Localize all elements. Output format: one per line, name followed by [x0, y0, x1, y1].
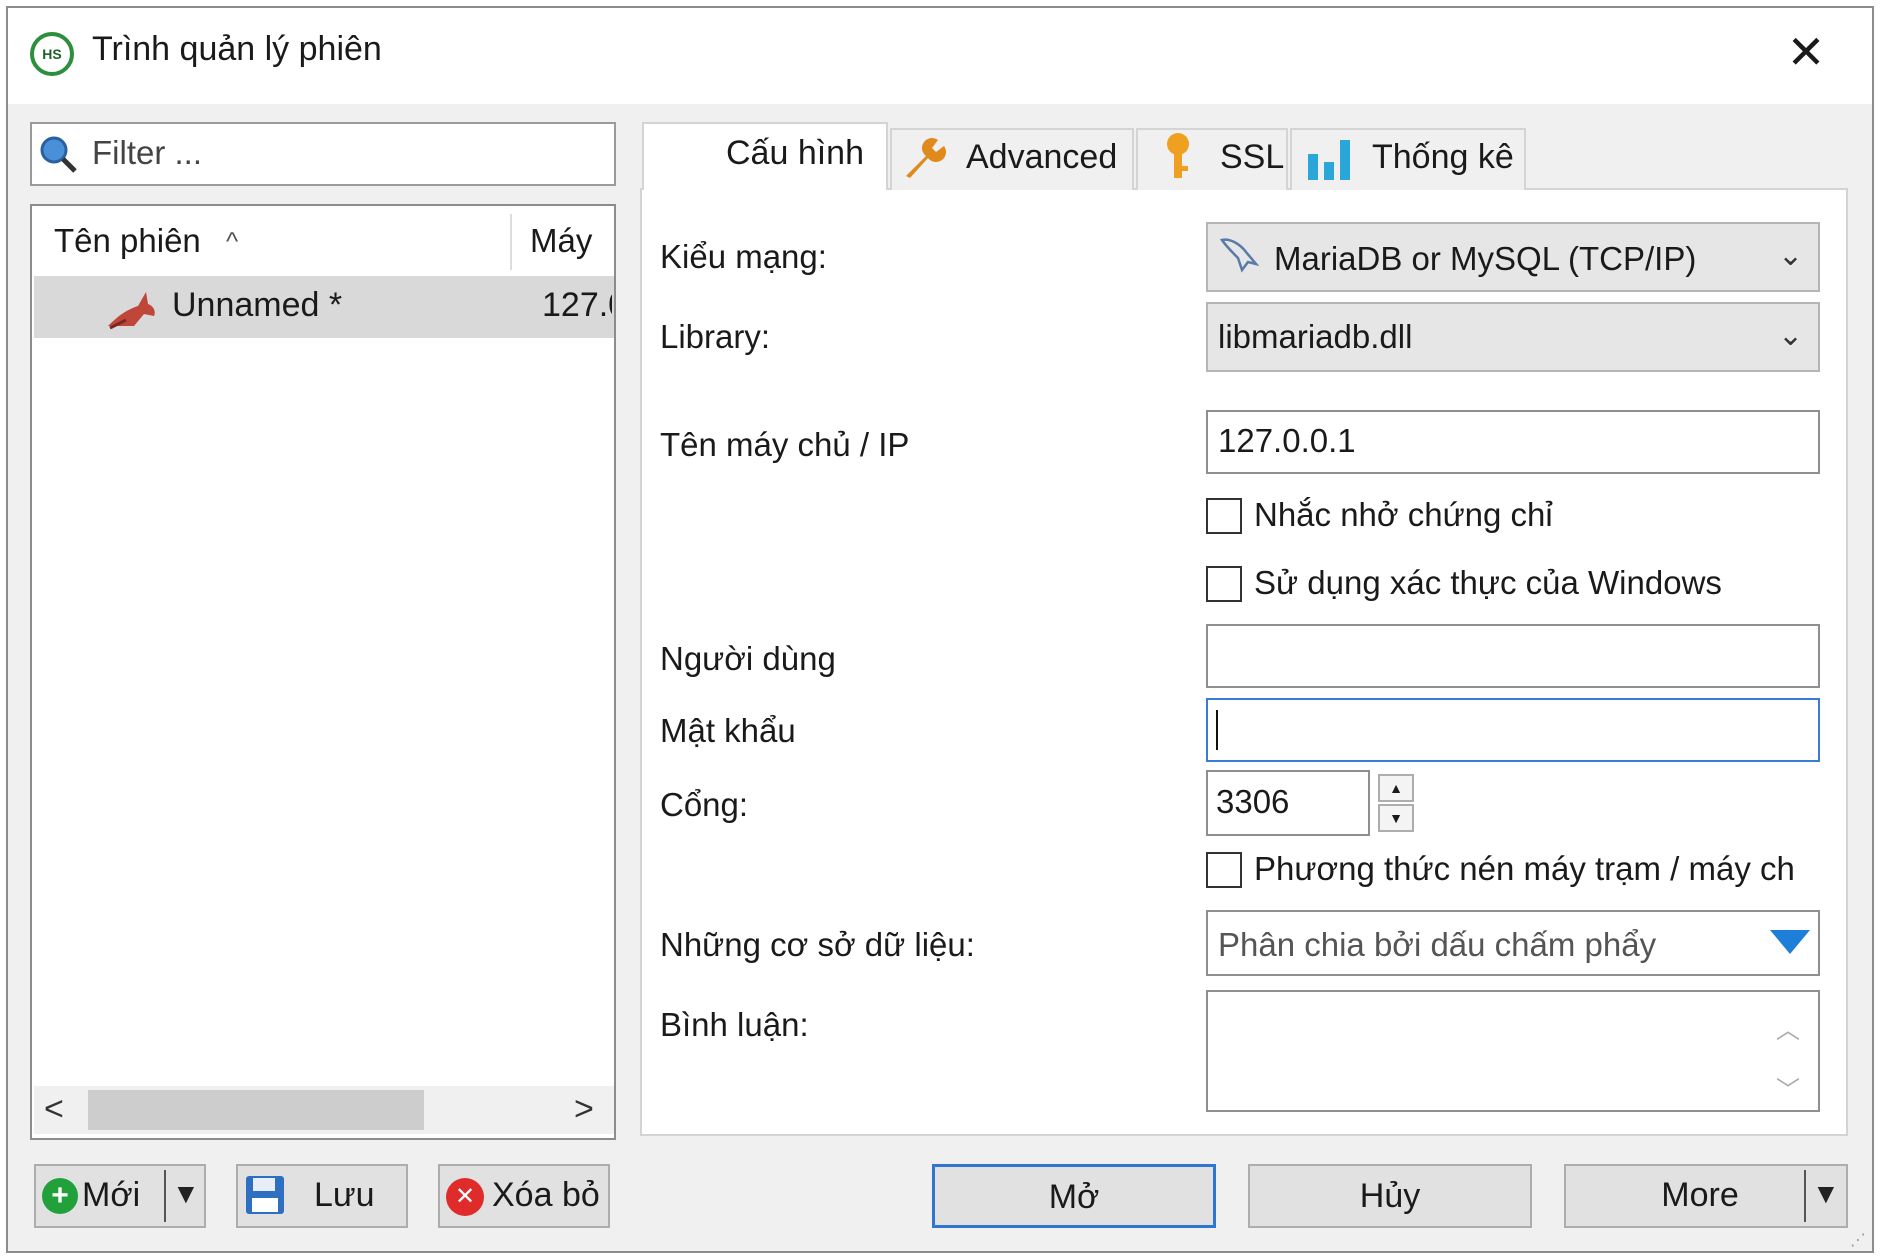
user-input[interactable]	[1206, 624, 1820, 688]
chevron-down-icon[interactable]: ⌄	[1778, 238, 1803, 273]
windows-auth-checkbox[interactable]	[1206, 566, 1242, 602]
password-input[interactable]	[1206, 698, 1820, 762]
scroll-up-icon[interactable]: ︿	[1776, 1010, 1800, 1045]
wrench-icon	[906, 138, 946, 178]
session-host: 127.0	[542, 286, 612, 324]
scrollbar-thumb[interactable]	[88, 1090, 424, 1130]
network-type-value: MariaDB or MySQL (TCP/IP)	[1274, 240, 1697, 277]
dolphin-icon	[108, 292, 155, 330]
dolphin-outline-icon	[1219, 238, 1260, 273]
key-icon	[1167, 133, 1189, 178]
prompt-credentials-checkbox[interactable]	[1206, 498, 1242, 534]
dropdown-triangle-icon[interactable]	[1770, 930, 1810, 954]
window-title: Trình quản lý phiên	[92, 30, 382, 68]
button-split-divider	[1804, 1170, 1806, 1222]
search-icon	[40, 136, 77, 173]
filter-placeholder: Filter ...	[92, 134, 203, 171]
port-label: Cổng:	[660, 786, 749, 823]
chevron-down-icon[interactable]: ⌄	[1778, 318, 1803, 353]
session-list	[30, 204, 616, 1140]
host-label: Tên máy chủ / IP	[660, 426, 910, 463]
column-header-host[interactable]: Máy	[530, 222, 612, 260]
floppy-disk-icon	[246, 1176, 284, 1214]
text-caret	[1216, 710, 1218, 750]
user-label: Người dùng	[660, 640, 836, 677]
open-button[interactable]: Mở	[932, 1164, 1216, 1228]
column-divider[interactable]	[510, 214, 512, 270]
resize-grip-icon[interactable]: ⋰	[1850, 1230, 1866, 1250]
prompt-credentials-label: Nhắc nhở chứng chỉ	[1254, 496, 1553, 533]
port-decrement-icon[interactable]: ▼	[1378, 804, 1414, 832]
compression-checkbox[interactable]	[1206, 852, 1242, 888]
databases-placeholder: Phân chia bởi dấu chấm phẩy	[1218, 926, 1657, 963]
host-input[interactable]: 127.0.0.1	[1206, 410, 1820, 474]
compression-label: Phương thức nén máy trạm / máy ch	[1254, 850, 1795, 887]
scroll-left-icon[interactable]: <	[44, 1090, 64, 1129]
tab-advanced-label: Advanced	[966, 138, 1118, 176]
more-label: More	[1661, 1176, 1739, 1214]
dropdown-arrow-icon[interactable]: ▼	[1812, 1178, 1840, 1210]
cancel-button[interactable]: Hủy	[1248, 1164, 1532, 1228]
dropdown-arrow-icon[interactable]: ▼	[172, 1178, 200, 1210]
close-button[interactable]: ✕	[1776, 24, 1836, 80]
bar-chart-icon	[1308, 140, 1350, 180]
save-label: Lưu	[314, 1176, 375, 1214]
port-increment-icon[interactable]: ▲	[1378, 774, 1414, 802]
scroll-right-icon[interactable]: >	[574, 1090, 594, 1129]
comment-label: Bình luận:	[660, 1006, 809, 1043]
delete-circle-icon: ✕	[446, 1178, 484, 1216]
tab-ssl-label: SSL	[1220, 138, 1285, 176]
comment-textarea[interactable]	[1206, 990, 1820, 1112]
port-input[interactable]: 3306	[1206, 770, 1370, 836]
button-split-divider	[164, 1170, 166, 1222]
session-name[interactable]: Unnamed *	[172, 286, 342, 325]
sort-ascending-icon: ^	[226, 226, 239, 256]
app-logo-icon: HS	[30, 32, 74, 76]
library-label: Library:	[660, 318, 771, 355]
tab-config-label: Cấu hình	[726, 134, 864, 172]
plus-circle-icon: +	[42, 1178, 78, 1214]
delete-label: Xóa bỏ	[492, 1176, 600, 1214]
windows-auth-label: Sử dụng xác thực của Windows	[1254, 564, 1722, 601]
new-session-label: Mới	[82, 1176, 141, 1214]
password-label: Mật khẩu	[660, 712, 796, 749]
databases-label: Những cơ sở dữ liệu:	[660, 926, 975, 963]
column-header-session-name[interactable]: Tên phiên	[54, 222, 201, 260]
scroll-down-icon[interactable]: ﹀	[1776, 1070, 1800, 1105]
network-type-label: Kiểu mạng:	[660, 238, 827, 275]
tab-statistics-label: Thống kê	[1372, 138, 1514, 176]
library-value: libmariadb.dll	[1218, 318, 1413, 355]
